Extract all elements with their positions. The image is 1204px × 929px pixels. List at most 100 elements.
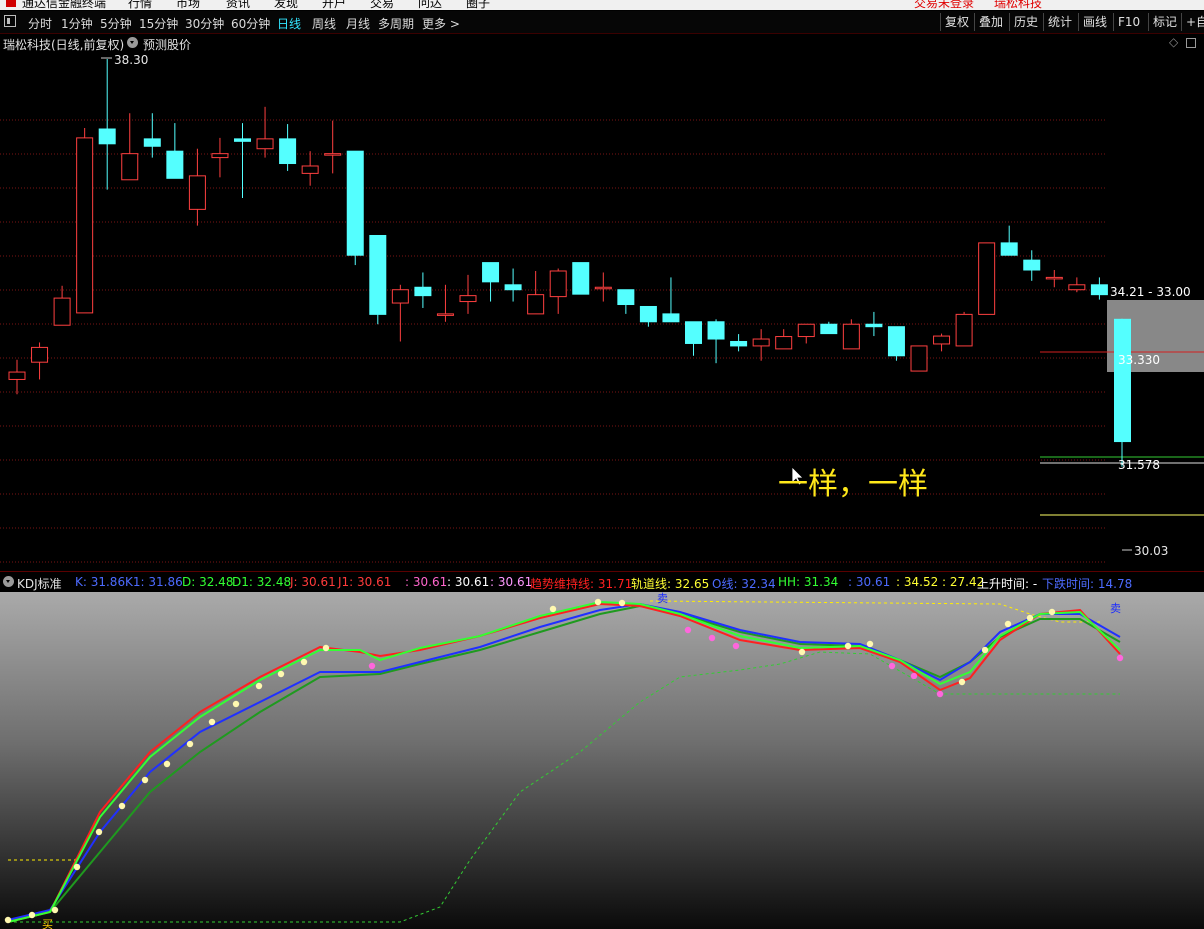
candle-body (662, 313, 680, 323)
kdj-value-6: : 30.61 (405, 575, 448, 589)
tab-15min[interactable]: 15分钟 (139, 15, 178, 32)
draw-line-button[interactable]: 画线 (1078, 13, 1107, 31)
candle-body (8, 371, 26, 380)
kdj-value-15: 上升时间: - (977, 577, 1038, 591)
kdj-dot (95, 828, 103, 836)
tab-intraday[interactable]: 分时 (28, 15, 52, 32)
menu-circle[interactable]: 圈子 (466, 0, 490, 10)
kdj-chart[interactable]: 卖 卖 买 (0, 592, 1204, 929)
candle-body (391, 289, 409, 304)
panel-toggle-icon[interactable] (4, 15, 16, 27)
login-status[interactable]: 交易未登录 (914, 0, 974, 10)
kdj-dot (186, 740, 194, 748)
overlay-button[interactable]: 叠加 (974, 13, 1003, 31)
candle-body (572, 262, 590, 295)
app-logo-icon (6, 0, 16, 8)
low-price-label: 30.03 (1134, 544, 1168, 558)
candle-body (234, 138, 251, 142)
kdj-dot-pink (936, 690, 944, 698)
kdj-value-3: D1: 32.48 (232, 575, 292, 589)
candle-body (369, 234, 387, 315)
candle-body (98, 128, 116, 145)
predict-price-label[interactable]: 预测股价 (143, 36, 191, 53)
tab-weekly[interactable]: 周线 (312, 15, 336, 32)
chevron-down-icon[interactable] (127, 37, 138, 48)
candle-body (1068, 284, 1086, 291)
kdj-background (0, 592, 1204, 929)
candle-body (414, 286, 432, 297)
menu-market[interactable]: 行情 (128, 0, 152, 10)
kdj-title[interactable]: KDJ标准 (17, 575, 62, 592)
sell-signal-1: 卖 (657, 592, 668, 605)
candle-body (775, 336, 793, 350)
candle-body (53, 297, 71, 326)
stats-button[interactable]: 统计 (1043, 13, 1072, 31)
kdj-dot (163, 760, 171, 768)
tab-5min[interactable]: 5分钟 (100, 15, 132, 32)
tab-daily[interactable]: 日线 (277, 15, 301, 32)
kdj-dot (4, 916, 12, 924)
kdj-info-bar: KDJ标准 K: 31.86 K1: 31.86 D: 32.48 D1: 32.48… (0, 571, 1204, 592)
menu-discover[interactable]: 发现 (274, 0, 298, 10)
tab-30min[interactable]: 30分钟 (185, 15, 224, 32)
candle-body (436, 313, 454, 316)
maximize-icon[interactable] (1186, 38, 1196, 48)
tab-60min[interactable]: 60分钟 (231, 15, 270, 32)
menu-markets[interactable]: 市场 (176, 0, 200, 10)
kdj-dot (232, 700, 240, 708)
kdj-dot (981, 646, 989, 654)
menu-news[interactable]: 资讯 (226, 0, 250, 10)
level-label-2: 31.578 (1118, 458, 1160, 472)
period-toolbar: 分时 1分钟 5分钟 15分钟 30分钟 60分钟 日线 周线 月线 多周期 更… (0, 11, 1204, 34)
candle-body (482, 262, 500, 283)
tab-multi-period[interactable]: 多周期 (378, 15, 414, 32)
kdj-dot (322, 644, 330, 652)
kdj-value-10: 轨道线: 32.65 (631, 577, 710, 591)
mark-button[interactable]: 标记 (1148, 13, 1177, 31)
menu-open-account[interactable]: 开户 (322, 0, 346, 10)
projection-candle (1114, 318, 1131, 443)
candle-body (1023, 259, 1041, 271)
kdj-dot (844, 642, 852, 650)
candle-body (143, 138, 161, 147)
level-label-1: 33.330 (1118, 353, 1160, 367)
tab-monthly[interactable]: 月线 (346, 15, 370, 32)
candle-body (820, 323, 838, 335)
kdj-value-11: O线: 32.34 (712, 577, 776, 591)
price-chart[interactable]: 38.30 34.21 - 33.00 33.330 31.578 30.03 (0, 52, 1204, 571)
f10-button[interactable]: F10 (1113, 13, 1140, 31)
tab-more[interactable]: 更多 > (422, 15, 460, 32)
kdj-dot (866, 640, 874, 648)
kdj-value-2: D: 32.48 (182, 575, 234, 589)
kdj-value-4: J: 30.61 (290, 575, 336, 589)
candle-body (76, 137, 94, 314)
candle-body (166, 150, 184, 179)
candle-body (504, 284, 522, 291)
candle-body (978, 242, 996, 315)
custom-button[interactable]: +自 (1181, 13, 1204, 31)
kdj-value-13: : 30.61 (848, 575, 891, 589)
kdj-dot (141, 776, 149, 784)
kdj-value-12: HH: 31.34 (778, 575, 839, 589)
kdj-dot (1048, 608, 1056, 616)
candle-body (910, 345, 928, 372)
menu-trade[interactable]: 交易 (370, 0, 394, 10)
candle-body (1000, 242, 1018, 256)
diamond-icon[interactable]: ◇ (1169, 35, 1178, 49)
kdj-dot (28, 911, 36, 919)
menu-app-title[interactable]: 通达信金融终端 (22, 0, 106, 10)
kdj-dot (549, 605, 557, 613)
candle-body (1090, 284, 1108, 296)
kdj-dot-pink (910, 672, 918, 680)
adjust-button[interactable]: 复权 (940, 13, 969, 31)
candle-body (887, 326, 905, 357)
chevron-down-icon[interactable] (3, 576, 14, 587)
stock-title-bar: 瑞松科技(日线,前复权) 预测股价 ◇ (0, 34, 1204, 52)
kdj-dot (958, 678, 966, 686)
candle-body (211, 153, 229, 159)
tab-1min[interactable]: 1分钟 (61, 15, 93, 32)
kdj-value-7: : 30.61 (447, 575, 490, 589)
history-button[interactable]: 历史 (1009, 13, 1038, 31)
candle-body (279, 138, 297, 165)
menu-ask[interactable]: 问达 (418, 0, 442, 10)
